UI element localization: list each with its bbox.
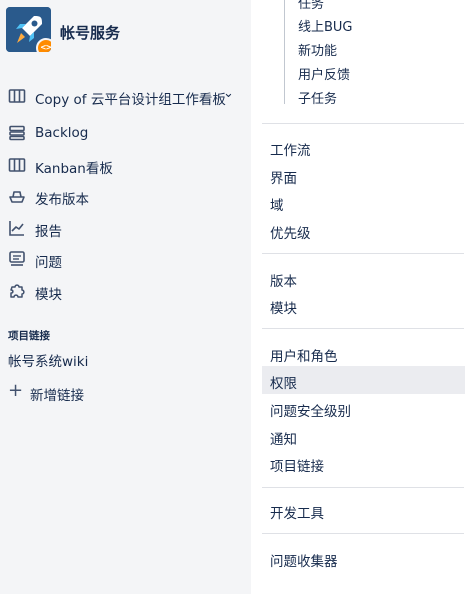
divider xyxy=(262,533,464,534)
settings-item-notifications[interactable]: 通知 xyxy=(262,422,465,450)
settings-item-components[interactable]: 模块 xyxy=(262,291,465,319)
settings-item-label: 用户和角色 xyxy=(270,349,338,365)
divider xyxy=(262,328,464,329)
add-link-label: 新增链接 xyxy=(30,388,84,404)
sidebar-item-releases[interactable]: 发布版本 xyxy=(0,182,251,210)
sidebar-item-components[interactable]: 模块 xyxy=(0,277,251,305)
divider xyxy=(262,487,464,488)
settings-item-label: 问题收集器 xyxy=(270,554,338,570)
board-switcher-label: Copy of 云平台设计组工作看板 xyxy=(35,92,226,108)
settings-item-label: 工作流 xyxy=(270,143,311,159)
sidebar-item-label: Kanban看板 xyxy=(35,161,113,177)
settings-item-label: 项目链接 xyxy=(270,459,324,475)
project-link-item[interactable]: 帐号系统wiki xyxy=(8,350,88,370)
sidebar-item-label: 问题 xyxy=(35,255,62,271)
settings-item-label: 问题安全级别 xyxy=(270,404,351,420)
issue-type-item[interactable]: 线上BUG xyxy=(298,16,353,35)
sidebar-item-reports[interactable]: 报告 xyxy=(0,214,251,242)
settings-item-issue-security[interactable]: 问题安全级别 xyxy=(262,394,465,422)
sidebar-item-label: 发布版本 xyxy=(35,192,89,208)
settings-item-project-links[interactable]: 项目链接 xyxy=(262,449,465,477)
issue-type-item[interactable]: 任务 xyxy=(298,0,324,12)
issue-type-item[interactable]: 新功能 xyxy=(298,40,337,59)
components-icon xyxy=(10,284,25,298)
settings-item-label: 通知 xyxy=(270,432,297,448)
settings-item-users-roles[interactable]: 用户和角色 xyxy=(262,339,465,367)
settings-item-label: 版本 xyxy=(270,274,297,290)
project-sidebar: <> 帐号服务 Copy of 云平台设计组工作看板 ⌄ Backlog Kan… xyxy=(0,0,251,594)
settings-item-label: 域 xyxy=(270,198,284,214)
plus-icon: + xyxy=(8,380,24,401)
reports-icon xyxy=(9,221,24,236)
backlog-icon xyxy=(9,125,25,141)
settings-item-label: 界面 xyxy=(270,171,297,187)
code-icon: <> xyxy=(36,38,51,52)
issues-icon xyxy=(9,251,25,266)
project-name[interactable]: 帐号服务 xyxy=(60,22,120,43)
settings-item-label: 开发工具 xyxy=(270,506,324,522)
settings-item-permissions[interactable]: 权限 xyxy=(262,366,465,394)
settings-item-dev-tools[interactable]: 开发工具 xyxy=(262,496,465,524)
divider xyxy=(262,123,464,124)
project-avatar[interactable]: <> xyxy=(6,7,51,52)
issue-type-item[interactable]: 用户反馈 xyxy=(298,64,350,83)
sidebar-item-label: 报告 xyxy=(35,224,62,240)
settings-item-screens[interactable]: 界面 xyxy=(262,161,465,189)
settings-item-label: 模块 xyxy=(270,301,297,317)
settings-item-priorities[interactable]: 优先级 xyxy=(262,216,465,244)
settings-item-issue-collectors[interactable]: 问题收集器 xyxy=(262,544,465,572)
settings-item-workflows[interactable]: 工作流 xyxy=(262,133,465,161)
issue-type-item[interactable]: 子任务 xyxy=(298,88,337,107)
settings-item-fields[interactable]: 域 xyxy=(262,188,465,216)
settings-item-label: 优先级 xyxy=(270,226,311,242)
sidebar-item-label: Backlog xyxy=(35,125,89,141)
settings-nav: 任务 线上BUG 新功能 用户反馈 子任务 工作流 界面 域 优先级 版本 模块… xyxy=(262,0,465,594)
sidebar-item-backlog[interactable]: Backlog xyxy=(0,119,251,147)
project-links-heading: 项目链接 xyxy=(8,330,50,342)
board-icon xyxy=(8,89,26,103)
board-switcher[interactable]: Copy of 云平台设计组工作看板 ⌄ xyxy=(0,82,251,110)
kanban-icon xyxy=(8,158,26,172)
chevron-down-icon: ⌄ xyxy=(223,86,234,101)
divider xyxy=(262,253,464,254)
sidebar-item-issues[interactable]: 问题 xyxy=(0,245,251,273)
sidebar-item-label: 模块 xyxy=(35,287,62,303)
add-link-button[interactable]: + 新增链接 xyxy=(0,378,251,406)
ship-icon xyxy=(9,191,25,203)
settings-item-versions[interactable]: 版本 xyxy=(262,264,465,292)
sidebar-item-kanban[interactable]: Kanban看板 xyxy=(0,151,251,179)
project-header[interactable]: <> 帐号服务 xyxy=(6,7,246,55)
settings-item-label: 权限 xyxy=(270,376,297,392)
